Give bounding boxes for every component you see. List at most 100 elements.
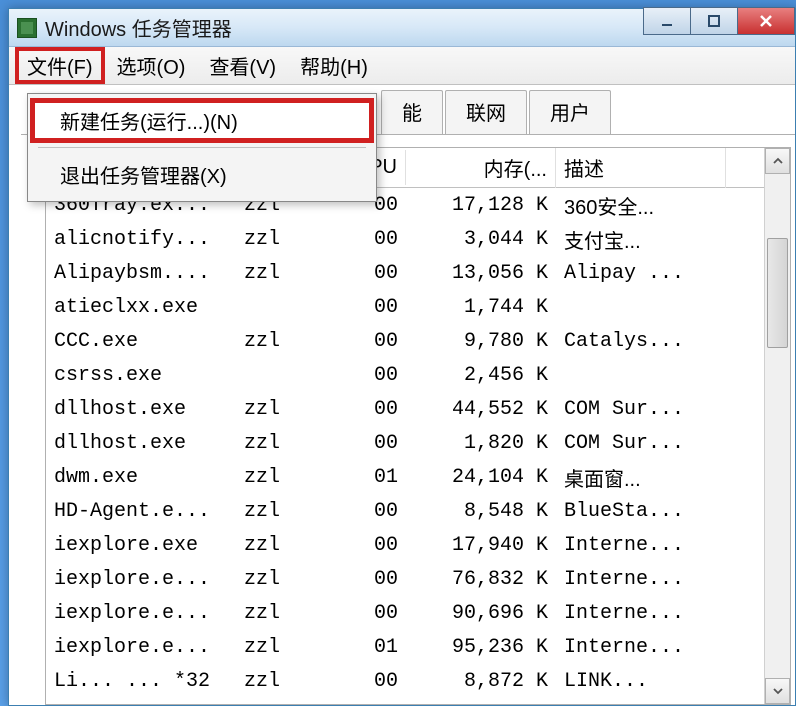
table-row[interactable]: iexplore.e...zzl0076,832 KInterne... [46, 562, 764, 596]
cell-desc: 桌面窗... [556, 461, 726, 494]
cell-mem: 95,236 K [406, 634, 556, 661]
cell-name: Alipaybsm.... [46, 260, 236, 287]
cell-desc: BlueSta... [556, 498, 726, 525]
menu-exit[interactable]: 退出任务管理器(X) [30, 152, 374, 197]
cell-desc: Interne... [556, 566, 726, 593]
cell-desc [556, 373, 726, 377]
cell-mem: 8,872 K [406, 668, 556, 695]
cell-mem: 2,456 K [406, 362, 556, 389]
table-row[interactable]: Li... ... *32zzl008,872 KLINK... [46, 664, 764, 698]
cell-mem: 1,820 K [406, 430, 556, 457]
cell-name: dllhost.exe [46, 396, 236, 423]
file-menu-dropdown: 新建任务(运行...)(N) 退出任务管理器(X) [27, 93, 377, 202]
cell-name: dwm.exe [46, 464, 236, 491]
cell-name: atieclxx.exe [46, 294, 236, 321]
col-memory[interactable]: 内存(... [406, 148, 556, 188]
cell-user: zzl [236, 600, 336, 627]
window-controls [644, 7, 795, 37]
titlebar[interactable]: Windows 任务管理器 [9, 9, 795, 47]
table-row[interactable]: dllhost.exezzl001,820 KCOM Sur... [46, 426, 764, 460]
cell-desc: Alipay ... [556, 260, 726, 287]
cell-cpu: 00 [336, 532, 406, 559]
cell-desc: Catalys... [556, 328, 726, 355]
table-inner: 映像名称 用户名 CPU 内存(... 描述 360Tray.ex...zzl0… [46, 148, 764, 704]
tab-network[interactable]: 联网 [445, 90, 527, 134]
cell-user: zzl [236, 668, 336, 695]
cell-desc [556, 305, 726, 309]
chevron-up-icon [773, 156, 783, 166]
cell-cpu: 01 [336, 464, 406, 491]
table-row[interactable]: dwm.exezzl0124,104 K桌面窗... [46, 460, 764, 494]
app-icon [17, 18, 37, 38]
menu-help[interactable]: 帮助(H) [288, 47, 380, 84]
cell-desc: Interne... [556, 532, 726, 559]
cell-user: zzl [236, 226, 336, 253]
cell-user: zzl [236, 498, 336, 525]
cell-user [236, 305, 336, 309]
maximize-button[interactable] [690, 7, 738, 35]
table-row[interactable]: iexplore.e...zzl0090,696 KInterne... [46, 596, 764, 630]
cell-mem: 9,780 K [406, 328, 556, 355]
cell-desc: Interne... [556, 634, 726, 661]
cell-name: alicnotify... [46, 226, 236, 253]
cell-mem: 1,744 K [406, 294, 556, 321]
tab-partial[interactable]: 能 [381, 90, 443, 134]
table-row[interactable]: csrss.exe002,456 K [46, 358, 764, 392]
cell-cpu: 00 [336, 294, 406, 321]
cell-desc: COM Sur... [556, 430, 726, 457]
table-row[interactable]: atieclxx.exe 001,744 K [46, 290, 764, 324]
tab-users[interactable]: 用户 [529, 90, 611, 134]
menu-options[interactable]: 选项(O) [105, 47, 198, 84]
close-button[interactable] [737, 7, 795, 35]
cell-user: zzl [236, 328, 336, 355]
scroll-up-button[interactable] [765, 148, 790, 174]
cell-cpu: 00 [336, 328, 406, 355]
cell-user: zzl [236, 260, 336, 287]
table-row[interactable]: HD-Agent.e...zzl008,548 KBlueSta... [46, 494, 764, 528]
chevron-down-icon [773, 686, 783, 696]
cell-mem: 17,128 K [406, 192, 556, 219]
cell-desc: COM Sur... [556, 396, 726, 423]
task-manager-window: Windows 任务管理器 文件(F) 选项(O) 查看(V) 帮助(H) 能 … [8, 8, 796, 706]
cell-cpu: 00 [336, 226, 406, 253]
cell-name: HD-Agent.e... [46, 498, 236, 525]
vertical-scrollbar[interactable] [764, 148, 790, 704]
cell-name: CCC.exe [46, 328, 236, 355]
menu-separator [38, 147, 366, 148]
cell-cpu: 00 [336, 600, 406, 627]
table-row[interactable]: CCC.exezzl009,780 KCatalys... [46, 324, 764, 358]
menu-file[interactable]: 文件(F) [15, 47, 105, 84]
cell-user [236, 373, 336, 377]
scroll-thumb[interactable] [767, 238, 788, 348]
menu-view[interactable]: 查看(V) [197, 47, 288, 84]
cell-user: zzl [236, 532, 336, 559]
table-row[interactable]: iexplore.exezzl0017,940 KInterne... [46, 528, 764, 562]
cell-name: iexplore.e... [46, 634, 236, 661]
cell-mem: 3,044 K [406, 226, 556, 253]
cell-name: csrss.exe [46, 362, 236, 389]
maximize-icon [707, 14, 721, 28]
cell-mem: 90,696 K [406, 600, 556, 627]
scroll-down-button[interactable] [765, 678, 790, 704]
table-row[interactable]: Alipaybsm....zzl0013,056 KAlipay ... [46, 256, 764, 290]
cell-mem: 44,552 K [406, 396, 556, 423]
cell-user: zzl [236, 430, 336, 457]
table-row[interactable]: iexplore.e...zzl0195,236 KInterne... [46, 630, 764, 664]
minimize-button[interactable] [643, 7, 691, 35]
cell-cpu: 00 [336, 430, 406, 457]
cell-cpu: 00 [336, 668, 406, 695]
cell-desc: 支付宝... [556, 223, 726, 256]
minimize-icon [660, 14, 674, 28]
cell-mem: 8,548 K [406, 498, 556, 525]
cell-mem: 24,104 K [406, 464, 556, 491]
col-description[interactable]: 描述 [556, 148, 726, 188]
cell-cpu: 00 [336, 260, 406, 287]
cell-desc: 360安全... [556, 189, 726, 222]
close-icon [758, 13, 774, 29]
menu-new-task[interactable]: 新建任务(运行...)(N) [30, 98, 374, 143]
table-row[interactable]: dllhost.exezzl0044,552 KCOM Sur... [46, 392, 764, 426]
cell-cpu: 00 [336, 498, 406, 525]
table-body: 360Tray.ex...zzl0017,128 K360安全...alicno… [46, 188, 764, 698]
table-row[interactable]: alicnotify...zzl003,044 K支付宝... [46, 222, 764, 256]
cell-user: zzl [236, 634, 336, 661]
